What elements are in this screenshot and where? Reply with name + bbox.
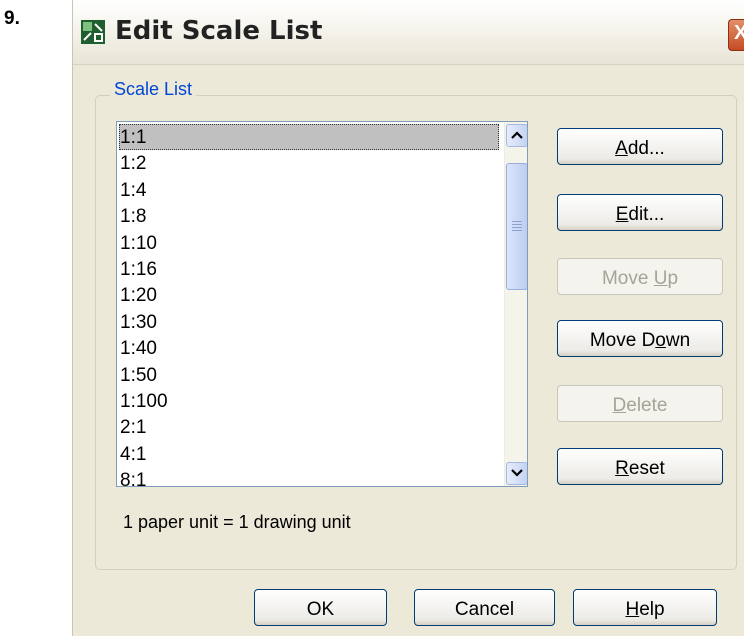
move-down-button-label-rest: wn (665, 330, 691, 351)
autocad-scale-icon (81, 20, 105, 44)
move-down-button-label: Move D (589, 330, 656, 351)
add-button[interactable]: Add... (557, 128, 723, 165)
scale-list-item[interactable]: 1:20 (119, 282, 500, 308)
move-up-button-label-rest: p (667, 268, 679, 289)
unit-info-text: 1 paper unit = 1 drawing unit (123, 512, 351, 532)
cancel-button-label: Cancel (454, 599, 515, 620)
scale-list-item[interactable]: 1:40 (119, 335, 500, 361)
help-button-accesskey: H (625, 599, 640, 620)
move-up-button-label: Move (601, 268, 654, 289)
scale-listbox[interactable]: 1:1 1:2 1:4 1:8 1:10 1:16 1:20 1:30 1:40 1:50 1:10… (116, 121, 528, 487)
scale-list-group-label: Scale List (110, 79, 197, 100)
add-button-label-rest: dd... (627, 138, 665, 159)
reset-button[interactable]: Reset (557, 448, 723, 485)
help-button-label-rest: elp (639, 599, 665, 620)
scroll-thumb[interactable] (506, 163, 527, 290)
add-button-accesskey: A (615, 138, 628, 159)
thumb-grip-line (512, 230, 522, 231)
thumb-grip-line (512, 227, 522, 228)
scroll-up-button[interactable] (506, 124, 527, 147)
edit-scale-list-dialog: Edit Scale List X Scale List 1:11:21:41:… (72, 0, 744, 636)
delete-button[interactable]: Delete (557, 385, 723, 422)
scale-list-item[interactable]: 1:4 (119, 177, 500, 203)
reset-button-accesskey: R (615, 458, 629, 479)
scale-list-item[interactable]: 8:1 (119, 467, 500, 486)
thumb-grip-line (512, 221, 522, 222)
scale-list-item[interactable]: 1:1 (119, 124, 499, 150)
scale-list-item[interactable]: 1:10 (119, 230, 500, 256)
ok-button-label: OK (306, 599, 335, 620)
move-up-button[interactable]: Move Up (557, 258, 723, 295)
dialog-title: Edit Scale List (115, 16, 323, 46)
scale-list-item[interactable]: 1:30 (119, 309, 500, 335)
move-up-button-accesskey: U (653, 268, 668, 289)
move-down-button-accesskey: o (655, 330, 666, 351)
step-number: 9. (4, 8, 20, 29)
scale-list-item[interactable]: 1:100 (119, 388, 500, 414)
scale-list-item[interactable]: 1:50 (119, 362, 500, 388)
title-bar: Edit Scale List X (73, 0, 744, 65)
scale-list-item[interactable]: 1:8 (119, 203, 500, 229)
help-button[interactable]: Help (573, 589, 717, 626)
scale-list-item[interactable]: 4:1 (119, 441, 500, 467)
cancel-button[interactable]: Cancel (414, 589, 555, 626)
edit-button[interactable]: Edit... (557, 194, 723, 231)
delete-button-label-rest: elete (626, 395, 668, 416)
scroll-down-button[interactable] (506, 462, 527, 485)
edit-button-accesskey: E (615, 204, 629, 225)
edit-button-label-rest: dit... (628, 204, 665, 225)
close-button[interactable]: X (728, 19, 744, 51)
close-icon: X (734, 22, 744, 45)
list-scrollbar[interactable] (504, 122, 527, 486)
reset-button-label-rest: eset (628, 458, 665, 479)
thumb-grip-line (512, 224, 522, 225)
chevron-down-icon (511, 469, 523, 477)
move-down-button[interactable]: Move Down (557, 320, 723, 357)
scale-list-item[interactable]: 1:16 (119, 256, 500, 282)
scale-list-item[interactable]: 2:1 (119, 414, 500, 440)
chevron-up-icon (511, 131, 523, 139)
delete-button-accesskey: D (612, 395, 627, 416)
ok-button[interactable]: OK (254, 589, 387, 626)
scale-list-item[interactable]: 1:2 (119, 150, 500, 176)
